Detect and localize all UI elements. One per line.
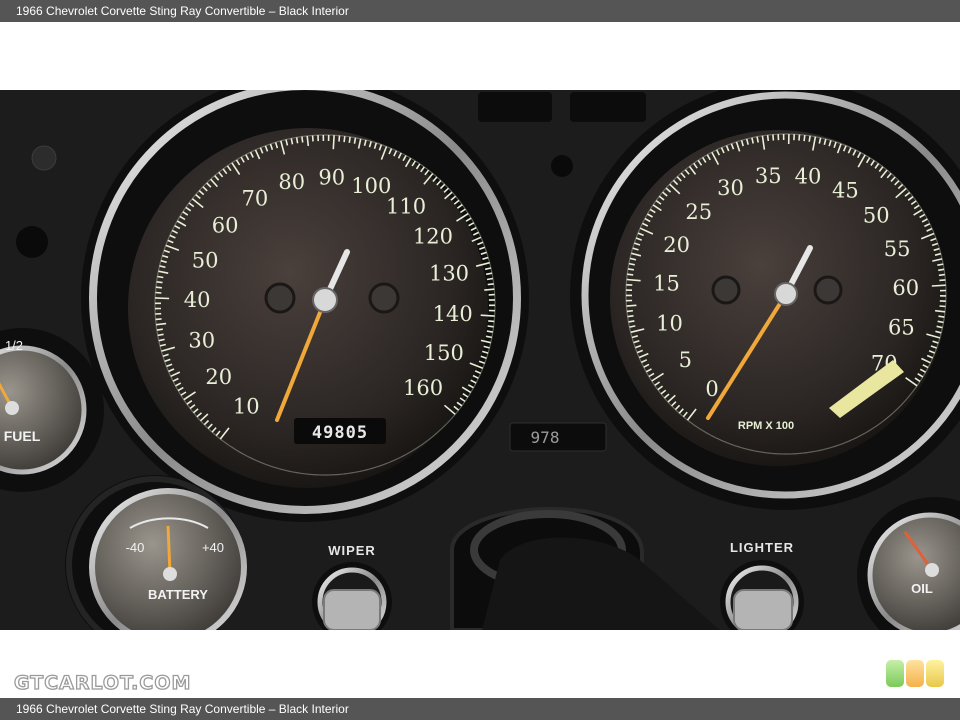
dial-post: [711, 275, 741, 305]
vent-left: [478, 92, 552, 122]
caption-text: 1966 Chevrolet Corvette Sting Ray Conver…: [16, 4, 349, 18]
panel-hole: [16, 226, 48, 258]
battery-hub: [163, 567, 177, 581]
scale-label: 65: [888, 316, 915, 340]
panel-hole: [551, 155, 573, 177]
scale-label: 25: [685, 200, 712, 224]
dial-post: [813, 275, 843, 305]
gtcarlot-logo[interactable]: GTCARLOT.COM: [13, 671, 191, 694]
fuel-label: FUEL: [4, 428, 41, 444]
scale-label: 60: [892, 276, 919, 300]
battery-label: BATTERY: [148, 587, 208, 602]
scale-label: 60: [212, 214, 239, 238]
scale-label: 160: [403, 376, 443, 400]
scale-label: 30: [188, 328, 215, 352]
speedometer: 1020304050607080 90 100110120130140150160 …: [81, 90, 529, 522]
wiper-knob[interactable]: [323, 589, 381, 630]
scale-label: 45: [832, 178, 859, 202]
scale-label: 15: [653, 272, 680, 296]
scale-label: 150: [424, 341, 464, 365]
caption-bar-top: 1966 Chevrolet Corvette Sting Ray Conver…: [0, 0, 960, 22]
scale-label: 10: [233, 394, 260, 418]
scale-label: 130: [429, 262, 469, 286]
trip-counter: 978: [531, 428, 560, 447]
oil-label: OIL: [911, 581, 933, 596]
scale-label: 50: [192, 249, 219, 273]
odometer-reading: 49805: [312, 423, 368, 443]
scale-label: 5: [679, 348, 692, 372]
battery-max: +40: [202, 540, 224, 555]
scale-label: 40: [184, 288, 211, 312]
battery-min: -40: [126, 540, 145, 555]
scale-label: 35: [755, 164, 782, 188]
scale-label: 120: [413, 225, 453, 249]
lighter-knob[interactable]: [733, 589, 793, 630]
wiper-label: WIPER: [328, 543, 376, 558]
caption-bar-bottom: 1966 Chevrolet Corvette Sting Ray Conver…: [0, 698, 960, 720]
oil-hub: [925, 563, 939, 577]
scale-label: 55: [884, 237, 911, 261]
fuel-hub: [5, 401, 19, 415]
needle-hub: [774, 282, 798, 306]
scale-label: 0: [705, 377, 718, 401]
dot-green: [886, 660, 904, 687]
lighter-control: LIGHTER: [720, 540, 804, 630]
scale-label: 10: [656, 311, 683, 335]
dial-post: [264, 282, 296, 314]
fuel-half-mark: 1/2: [5, 338, 23, 353]
scale-label: 20: [205, 365, 232, 389]
caption-text: 1966 Chevrolet Corvette Sting Ray Conver…: [16, 702, 349, 716]
color-dots-icon: [886, 660, 946, 688]
lighter-label: LIGHTER: [730, 540, 794, 555]
dot-orange: [906, 660, 924, 687]
scale-label: 40: [795, 165, 822, 189]
vent-right: [570, 92, 646, 122]
scale-label: 110: [386, 195, 426, 219]
needle-hub: [312, 287, 338, 313]
dashboard-photo: 10 20 30 40 50 60 70 80 90 100 110 120 130 140 150 160 …: [0, 90, 960, 630]
scale-label: 50: [863, 203, 890, 227]
scale-label: 70: [242, 187, 269, 211]
scale-label: 20: [663, 233, 690, 257]
scale-label: 90: [318, 166, 345, 190]
scale-label: 80: [278, 170, 305, 194]
dot-yellow: [926, 660, 944, 687]
rpm-units: RPM X 100: [738, 420, 794, 432]
scale-label: 30: [717, 176, 744, 200]
screw: [31, 145, 57, 171]
dial-post: [368, 282, 400, 314]
scale-label: 140: [433, 302, 473, 326]
battery-needle: [166, 525, 172, 575]
